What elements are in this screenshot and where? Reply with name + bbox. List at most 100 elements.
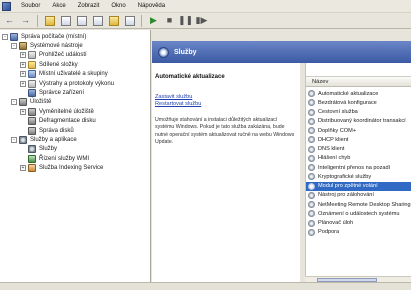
disk-icon — [28, 107, 36, 116]
service-gear-icon — [308, 90, 315, 98]
up-icon[interactable] — [43, 14, 56, 27]
collapse-icon[interactable]: - — [2, 33, 8, 40]
menu-view[interactable]: Zobrazit — [73, 1, 105, 11]
restart-icon[interactable]: ▮▶ — [195, 14, 208, 27]
expand-icon[interactable]: + — [20, 61, 26, 68]
start-icon[interactable]: ▶ — [147, 14, 160, 27]
menu-window[interactable]: Okno — [106, 1, 130, 11]
tree-item[interactable]: Řízení služby WMI — [0, 154, 150, 163]
menu-help[interactable]: Nápověda — [133, 1, 170, 11]
service-row[interactable]: Podpora — [306, 228, 411, 237]
help-icon[interactable] — [123, 14, 136, 27]
show-hide-tree-icon[interactable] — [59, 14, 72, 27]
menu-bar: Soubor Akce Zobrazit Okno Nápověda — [0, 0, 411, 12]
service-row[interactable]: Modul pro zpětné volání — [306, 181, 411, 191]
service-row[interactable]: Inteligentní přenos na pozadí — [306, 163, 411, 172]
refresh-icon[interactable] — [91, 14, 104, 27]
disk-icon — [19, 98, 27, 107]
service-gear-icon — [308, 145, 315, 153]
menu-action[interactable]: Akce — [47, 1, 70, 11]
service-row[interactable]: Doplňky COM+ — [306, 126, 411, 135]
expand-icon[interactable]: + — [20, 108, 26, 115]
service-gear-icon — [308, 154, 315, 162]
expand-icon[interactable]: + — [20, 71, 26, 78]
export-icon[interactable] — [107, 14, 120, 27]
selected-service-title: Automatické aktualizace — [155, 74, 225, 80]
collapse-icon[interactable]: - — [11, 136, 17, 143]
stop-icon[interactable]: ■ — [163, 14, 176, 27]
service-row[interactable]: Nástroj pro zálohování — [306, 191, 411, 200]
tree-item-label: Služba Indexing Service — [39, 165, 104, 172]
tree-item[interactable]: + Vyměnitelné úložiště — [0, 107, 150, 116]
service-name: DNS klient — [318, 146, 345, 153]
gear-icon — [19, 135, 27, 144]
service-row[interactable]: Kryptografické služby — [306, 172, 411, 181]
service-gear-icon — [308, 136, 315, 144]
forward-icon[interactable]: → — [19, 14, 32, 27]
log-icon — [28, 51, 36, 60]
index-icon — [28, 164, 36, 173]
tree-item-label: Správa disků — [39, 127, 74, 134]
services-header: Služby — [152, 41, 411, 63]
service-gear-icon — [308, 182, 315, 190]
expand-icon[interactable]: + — [20, 80, 26, 87]
tree-item[interactable]: - Služby a aplikace — [0, 135, 150, 144]
app-icon[interactable] — [2, 1, 11, 11]
service-row[interactable]: Cestovní služba — [306, 108, 411, 117]
service-gear-icon — [308, 228, 315, 236]
services-gear-icon — [158, 46, 169, 58]
tree-item[interactable]: Služby — [0, 145, 150, 154]
service-gear-icon — [308, 173, 315, 181]
tree-item[interactable]: Správa disků — [0, 126, 150, 135]
properties-icon[interactable] — [75, 14, 88, 27]
menu-file[interactable]: Soubor — [16, 1, 45, 11]
service-description-pane: Automatické aktualizace Zastavit službu … — [152, 63, 300, 282]
tree-item[interactable]: + Místní uživatelé a skupiny — [0, 70, 150, 79]
tree-item-label: Správce zařízení — [39, 90, 85, 97]
tree-item-label: Prohlížeč událostí — [39, 52, 87, 59]
collapse-icon[interactable]: - — [11, 99, 17, 106]
service-row[interactable]: Distribuovaný koordinátor transakcí — [306, 117, 411, 126]
collapse-icon[interactable]: - — [11, 43, 17, 50]
service-row[interactable]: Plánovač úloh — [306, 219, 411, 228]
tree-item-label: Úložiště — [30, 99, 52, 106]
service-name: Cestovní služba — [318, 109, 358, 116]
gear-icon — [28, 145, 36, 154]
restart-service-link[interactable]: Restartovat službu — [155, 101, 297, 107]
folder-icon — [28, 60, 36, 69]
tree-item[interactable]: Správce zařízení — [0, 88, 150, 98]
service-row[interactable]: DHCP klient — [306, 135, 411, 144]
tree-item-label: Služby — [39, 146, 58, 153]
tree-item-label: Správa počítače (místní) — [21, 33, 87, 40]
tree-item[interactable]: - Úložiště — [0, 98, 150, 107]
service-name: DHCP klient — [318, 136, 349, 143]
tree-item[interactable]: - Systémové nástroje — [0, 41, 150, 51]
service-row[interactable]: NetMeeting Remote Desktop Sharing — [306, 200, 411, 209]
tree-item-label: Sdílené složky — [39, 61, 78, 68]
tree-item[interactable]: + Sdílené složky — [0, 60, 150, 69]
column-header-name[interactable]: Název — [306, 76, 411, 87]
service-row[interactable]: DNS klient — [306, 145, 411, 154]
disk-icon — [28, 117, 36, 126]
service-gear-icon — [308, 108, 315, 116]
tree-item-label: Výstrahy a protokoly výkonu — [39, 80, 115, 87]
tree-item[interactable]: Defragmentace disku — [0, 117, 150, 126]
service-row[interactable]: Hlášení chyb — [306, 154, 411, 163]
service-gear-icon — [308, 191, 315, 199]
expand-icon[interactable]: + — [20, 52, 26, 59]
tree-item[interactable]: + Výstrahy a protokoly výkonu — [0, 79, 150, 88]
service-row[interactable]: Oznámení o událostech systému — [306, 209, 411, 218]
service-row[interactable]: Bezdrátová konfigurace — [306, 98, 411, 107]
pause-icon[interactable]: ❚❚ — [178, 14, 193, 27]
service-name: Nástroj pro zálohování — [318, 192, 374, 199]
service-gear-icon — [308, 210, 315, 218]
stop-service-link[interactable]: Zastavit službu — [155, 94, 297, 100]
expand-icon[interactable]: + — [20, 165, 26, 172]
tree-item[interactable]: + Prohlížeč událostí — [0, 51, 150, 60]
wmi-icon — [28, 154, 36, 163]
service-row[interactable]: Automatické aktualizace — [306, 89, 411, 98]
tree-item[interactable]: + Služba Indexing Service — [0, 163, 150, 173]
tree-item[interactable]: - Správa počítače (místní) — [0, 32, 150, 41]
back-icon[interactable]: ← — [3, 14, 16, 27]
